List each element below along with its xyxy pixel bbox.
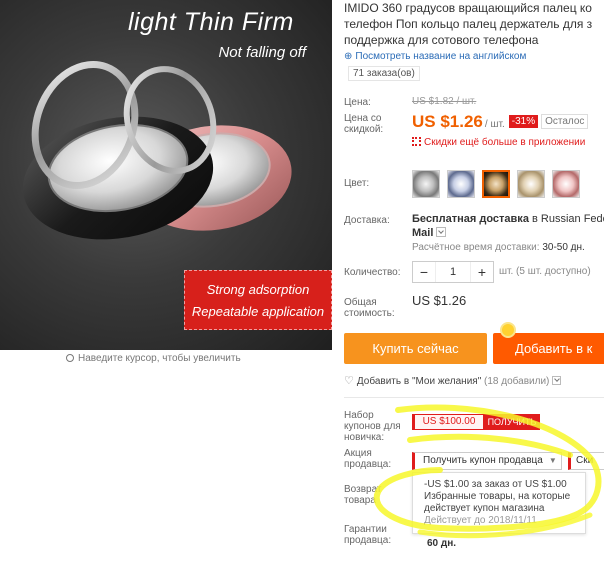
heart-icon: ♡ (344, 375, 354, 387)
globe-icon: ⊕ (344, 51, 353, 62)
shipping-destination: в Russian Federa (531, 213, 604, 225)
color-swatch-blue[interactable] (447, 170, 475, 198)
remaining-time: Осталос (541, 114, 589, 129)
color-swatch-gold-black[interactable] (482, 170, 510, 198)
app-discount-text: Скидки ещё больше в приложении (424, 137, 586, 148)
hero-subtitle: Not falling off (218, 44, 306, 61)
popup-coupon-scope1: Избранные товары, на которые (424, 491, 571, 502)
hero-badge-line2: Repeatable application (191, 304, 325, 319)
color-swatch-champagne[interactable] (517, 170, 545, 198)
color-label: Цвет: (344, 178, 370, 189)
quantity-available: шт. (5 шт. доступно) (499, 266, 591, 277)
app-discount-link[interactable]: Скидки ещё больше в приложении (412, 137, 585, 148)
quantity-label: Количество: (344, 267, 401, 278)
quantity-input[interactable]: 1 (435, 262, 471, 282)
total-price: US $1.26 (412, 293, 467, 308)
zoom-hint-text: Наведите курсор, чтобы увеличить (78, 353, 241, 364)
product-image[interactable]: light Thin Firm Not falling off Strong a… (0, 0, 332, 350)
hero-feature-badge: Strong adsorption Repeatable application (184, 270, 332, 330)
current-price: US $1.26/ шт. -31% Осталос (412, 112, 589, 132)
shipping-free: Бесплатная доставка (412, 213, 529, 225)
hero-badge-line1: Strong adsorption (206, 282, 310, 297)
total-label: Общая стоимость: (344, 297, 395, 319)
shipping-method[interactable]: Mail (412, 227, 447, 239)
quantity-decrease-button[interactable]: − (413, 264, 435, 280)
seller-coupon-dropdown[interactable]: Получить купон продавца ▼ (412, 452, 562, 470)
qr-code-icon (412, 137, 421, 146)
chevron-down-icon (552, 376, 562, 385)
shipping-estimate: Расчётное время доставки: 30-50 дн. (412, 242, 585, 253)
popup-coupon-expiry: Действует до 2018/11/11 (424, 515, 537, 526)
orders-count: 71 заказа(ов) (348, 66, 420, 81)
wishlist-count: (18 добавили) (484, 376, 550, 387)
divider (344, 397, 604, 398)
add-to-wishlist-link[interactable]: ♡ Добавить в "Мои желания" (18 добавили) (344, 374, 562, 387)
return-label: Возврат товара (344, 484, 382, 506)
caret-down-icon: ▼ (548, 456, 557, 465)
hero-title: light Thin Firm (128, 8, 294, 36)
translate-title-link[interactable]: ⊕ Посмотреть название на английском (344, 51, 526, 62)
shipping-estimate-label: Расчётное время доставки: (412, 242, 540, 253)
color-swatch-pink[interactable] (552, 170, 580, 198)
cart-promo-badge-icon (500, 322, 516, 338)
product-title: IMIDO 360 градусов вращающийся палец ко … (344, 1, 593, 47)
discount-badge: -31% (508, 115, 539, 128)
buy-now-button[interactable]: Купить сейчас (344, 333, 487, 364)
shipping-method-text: Mail (412, 227, 434, 239)
quantity-increase-button[interactable]: + (471, 264, 493, 280)
guarantee-label: Гарантии продавца: (344, 524, 392, 546)
shipping-estimate-value: 30-50 дн. (542, 242, 585, 253)
price-value: US $1.26 (412, 112, 483, 131)
guarantee-value: 60 дн. (427, 538, 457, 549)
get-coupon-button[interactable]: ПОЛУЧИТЬ (484, 414, 540, 430)
old-price: US $1.82 / шт. (412, 96, 477, 107)
chevron-down-icon (436, 227, 447, 237)
product-details: IMIDO 360 градусов вращающийся палец ко … (344, 0, 604, 561)
seller-coupon-popup: -US $1.00 за заказ от US $1.00 Избранные… (412, 472, 586, 534)
color-swatch-silver[interactable] (412, 170, 440, 198)
discount-price-label: Цена со скидкой: (344, 113, 384, 135)
seller-promo-label: Акция продавца: (344, 448, 392, 470)
seller-coupon-dropdown-text: Получить купон продавца (423, 455, 543, 466)
quantity-stepper: − 1 + (412, 261, 494, 283)
shipping-label: Доставка: (344, 215, 390, 226)
popup-coupon-scope2: действует купон магазина (424, 503, 545, 514)
wishlist-text: Добавить в "Мои желания" (356, 376, 482, 387)
color-swatches (412, 170, 580, 198)
price-unit: / шт. (484, 119, 505, 130)
translate-link-text: Посмотреть название на английском (355, 51, 527, 62)
newbie-coupon-value: US $100.00 (412, 414, 484, 430)
magnifier-icon (66, 354, 74, 362)
newbie-coupon-label: Набор купонов для новичка: (344, 410, 401, 443)
popup-coupon-amount: -US $1.00 за заказ от US $1.00 (424, 479, 567, 490)
shipping-title: Бесплатная доставка в Russian Federa (412, 213, 604, 225)
price-label: Цена: (344, 97, 371, 108)
seller-discount-dropdown[interactable]: Ски (568, 452, 604, 470)
zoom-hint: Наведите курсор, чтобы увеличить (66, 353, 241, 364)
